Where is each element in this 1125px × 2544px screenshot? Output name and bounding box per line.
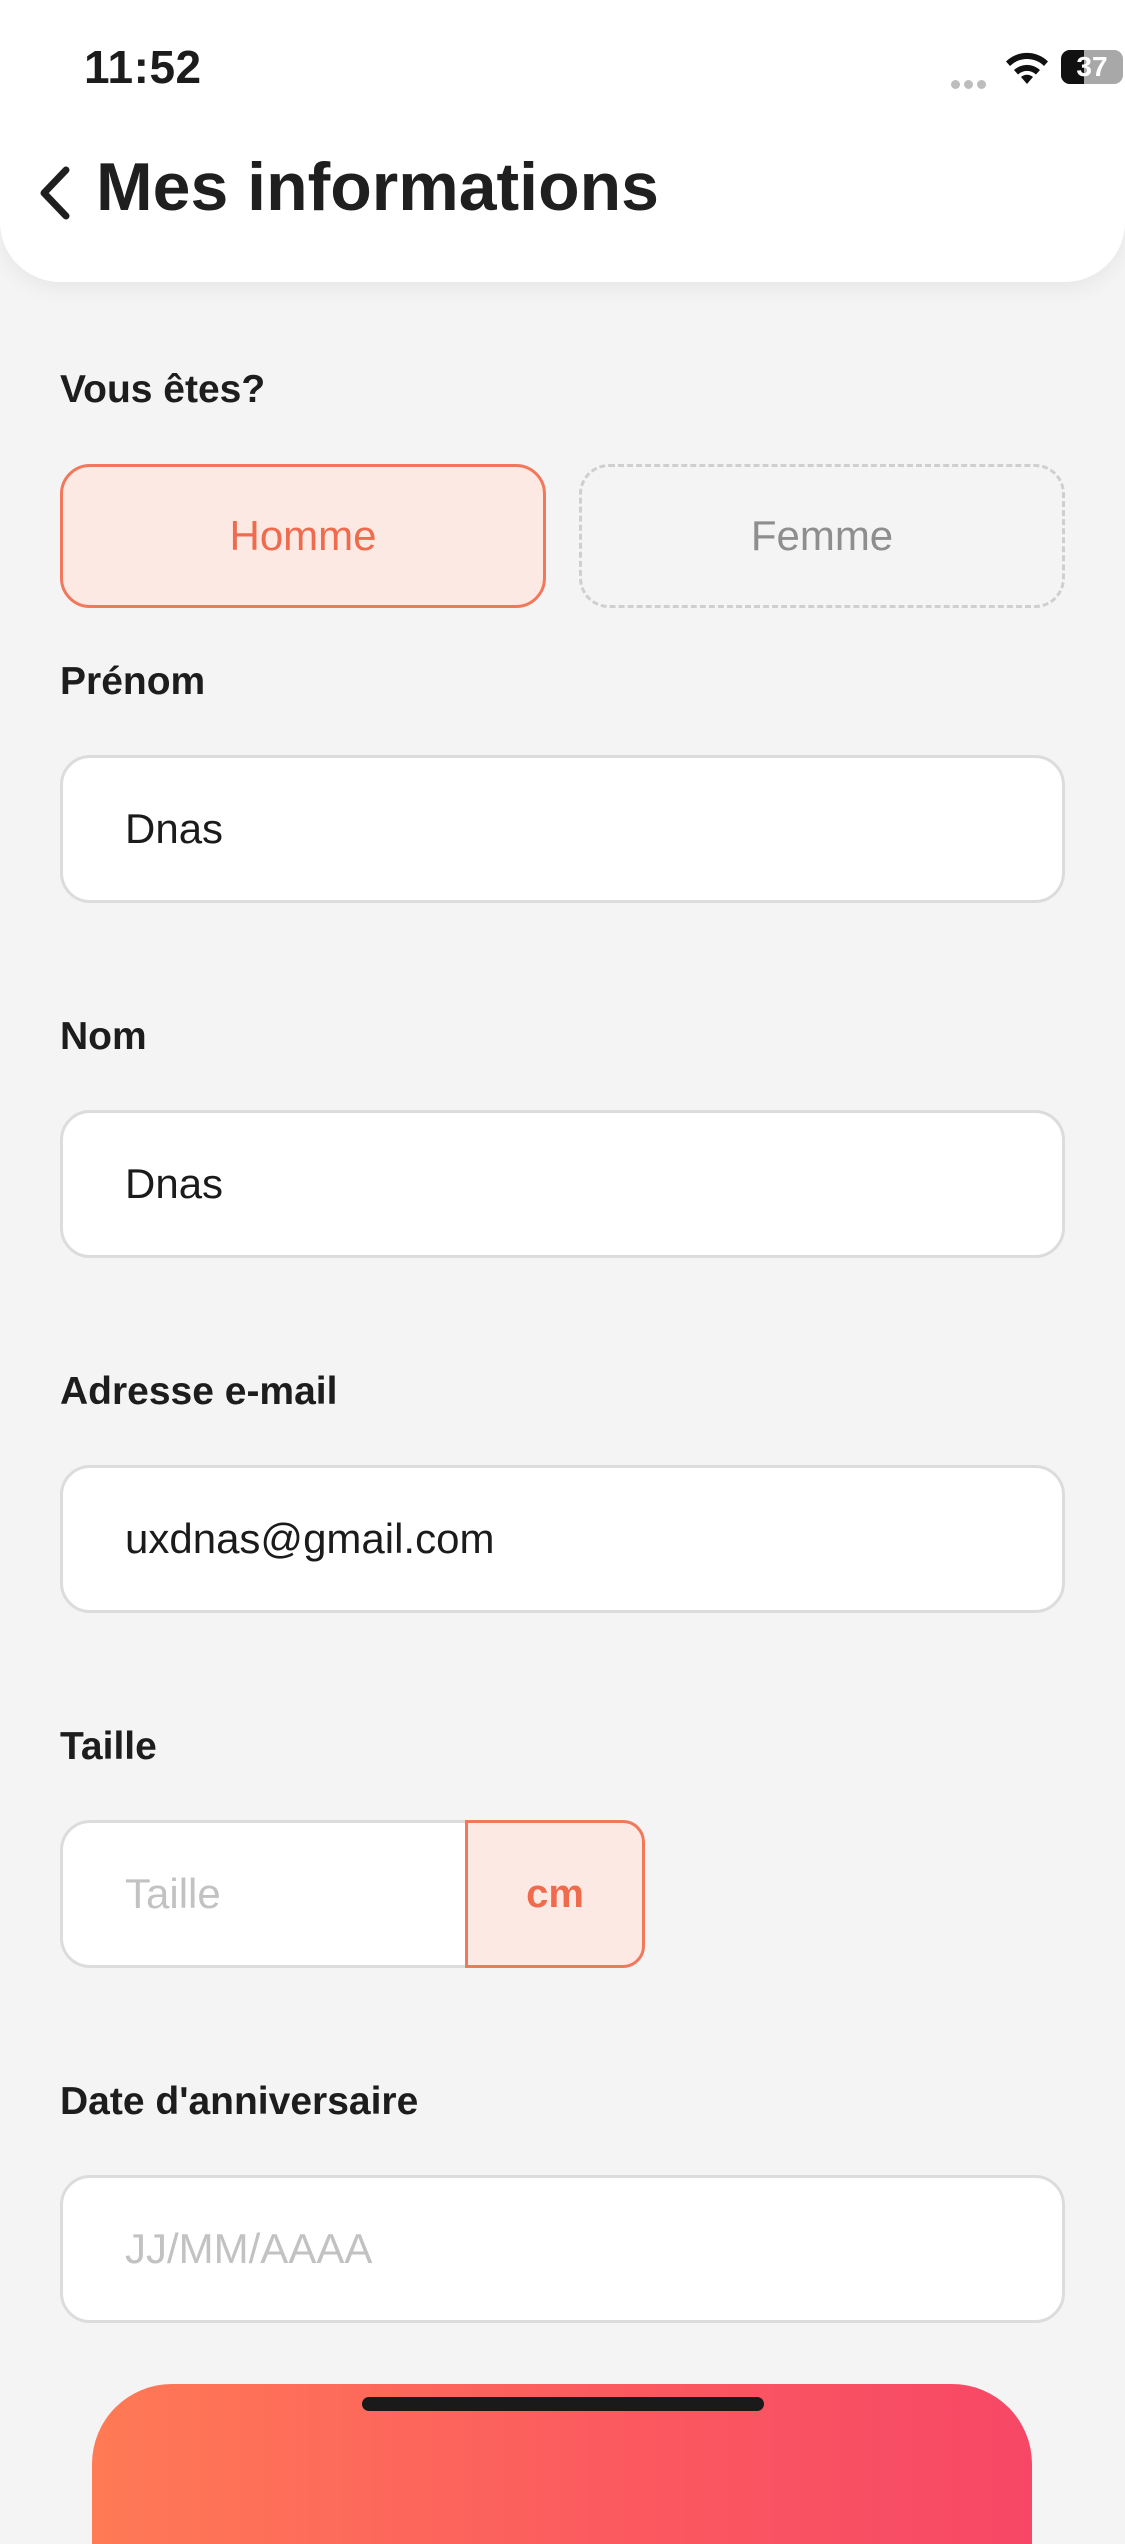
gender-label: Vous êtes? [60, 368, 266, 411]
wifi-icon [1006, 52, 1048, 84]
battery-percentage: 37 [1076, 51, 1108, 82]
birthday-label: Date d'anniversaire [60, 2080, 419, 2123]
first-name-label: Prénom [60, 660, 206, 703]
birthday-field[interactable]: JJ/MM/AAAA [60, 2175, 1065, 2323]
back-chevron-icon[interactable] [30, 160, 80, 226]
signal-dots-icon [951, 76, 991, 89]
email-label: Adresse e-mail [60, 1370, 338, 1413]
page-title: Mes informations [96, 149, 659, 225]
height-input[interactable]: Taille [60, 1820, 470, 1968]
last-name-field[interactable]: Dnas [60, 1110, 1065, 1258]
header: 11:52 37 Mes informations [0, 0, 1125, 282]
status-time: 11:52 [84, 41, 202, 93]
first-name-field[interactable]: Dnas [60, 755, 1065, 903]
battery-icon: 37 [1061, 50, 1123, 84]
last-name-label: Nom [60, 1015, 147, 1058]
height-unit-button[interactable]: cm [465, 1820, 645, 1968]
home-indicator [362, 2397, 764, 2411]
email-field[interactable]: uxdnas@gmail.com [60, 1465, 1065, 1613]
height-label: Taille [60, 1725, 157, 1768]
gender-option-homme[interactable]: Homme [60, 464, 546, 608]
gender-option-femme[interactable]: Femme [579, 464, 1065, 608]
